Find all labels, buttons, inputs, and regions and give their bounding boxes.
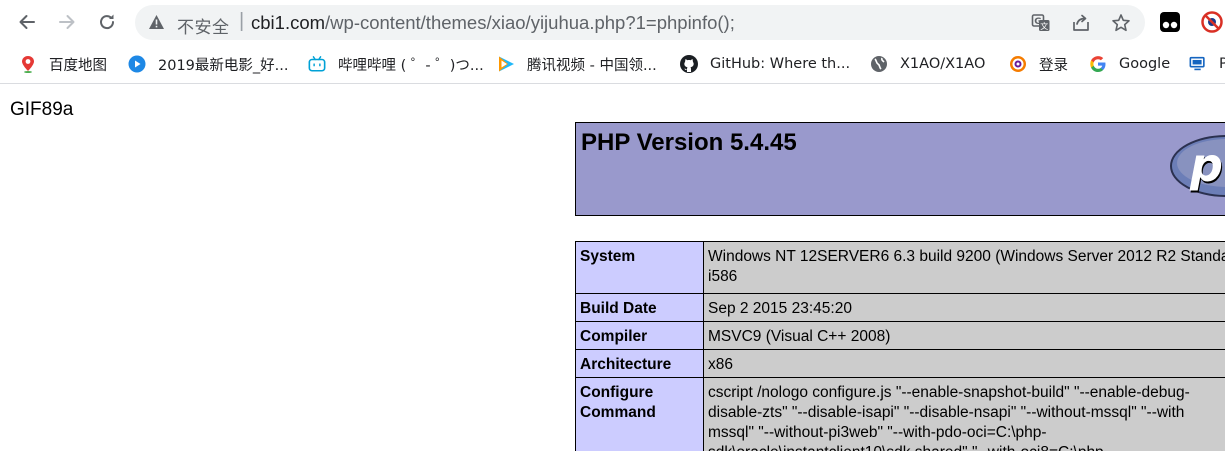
url-text[interactable]: cbi1.com/wp-content/themes/xiao/yijuhua.… [251, 12, 735, 34]
globe-icon [870, 55, 888, 73]
page-content: GIF89a PHP Version 5.4.45 p p System Win… [0, 85, 1225, 451]
bookmark-label: 百度地图 [49, 57, 107, 74]
row-value: Windows NT 12SERVER6 6.3 build 9200 (Win… [703, 241, 1225, 294]
table-row: Architecture x86 [575, 349, 1225, 378]
value-line: i586 [708, 268, 738, 285]
bookmark-movies[interactable]: 2019最新电影_好... [128, 53, 288, 75]
bookmark-login[interactable]: 登录 [1009, 53, 1068, 75]
gif-header-text: GIF89a [10, 99, 74, 120]
url-host: cbi1.com [251, 12, 326, 33]
bookmark-label: 腾讯视频 - 中国领... [527, 57, 657, 74]
insecure-label[interactable]: 不安全 [177, 13, 230, 38]
forward-button[interactable] [51, 6, 83, 38]
bookmark-partial[interactable]: P [1189, 53, 1225, 75]
bookmark-label: X1AO/X1AO [900, 56, 986, 72]
translate-icon: G 文 [1031, 14, 1050, 31]
address-separator: | [239, 10, 245, 32]
github-icon [680, 55, 698, 73]
value-line: disable-zts" "--disable-isapi" "--disabl… [708, 404, 1185, 421]
value-line: mssql" "--without-pi3web" "--with-pdo-oc… [708, 424, 1047, 441]
row-key: Architecture [575, 349, 704, 378]
table-row: Build Date Sep 2 2015 23:45:20 [575, 293, 1225, 322]
adblock-extension-button[interactable] [1201, 11, 1223, 38]
translate-button[interactable]: G 文 [1030, 12, 1052, 34]
svg-text:文: 文 [1040, 21, 1048, 31]
google-icon [1089, 55, 1107, 73]
browser-toolbar: 不安全 | cbi1.com/wp-content/themes/xiao/yi… [0, 0, 1225, 45]
bookmark-bilibili[interactable]: 哔哩哔哩 ( ゜- ゜)つ... [308, 53, 484, 75]
bookmark-label: Google [1119, 56, 1171, 72]
address-bar[interactable]: 不安全 | cbi1.com/wp-content/themes/xiao/yi… [135, 5, 1145, 40]
php-logo-icon[interactable]: p p [1169, 133, 1225, 199]
bookmark-label: 2019最新电影_好... [158, 57, 289, 74]
video-play-icon [128, 55, 146, 73]
share-button[interactable] [1070, 12, 1092, 34]
bookmark-google[interactable]: Google [1089, 53, 1170, 75]
share-icon [1073, 14, 1089, 31]
adblock-icon [1201, 11, 1223, 33]
value-line: sdk\oracle\instantclient10\sdk,shared" "… [708, 443, 1225, 451]
bookmark-label: 哔哩哔哩 ( ゜- ゜)つ... [338, 57, 484, 74]
row-value: x86 [703, 349, 1225, 378]
php-info-table: System Windows NT 12SERVER6 6.3 build 92… [575, 241, 1225, 451]
table-row: System Windows NT 12SERVER6 6.3 build 92… [575, 241, 1225, 294]
value-line: cscript /nologo configure.js "--enable-s… [708, 384, 1190, 401]
url-path: /wp-content/themes/xiao/yijuhua.php?1=ph… [325, 12, 735, 33]
svg-text:p: p [1189, 138, 1223, 192]
bookmark-label: 登录 [1039, 57, 1068, 74]
value-line: Sep 2 2015 23:45:20 [708, 300, 852, 317]
extension-button[interactable] [1160, 12, 1180, 37]
reload-icon [100, 14, 115, 30]
value-line: x86 [708, 356, 733, 373]
bilibili-icon [308, 55, 326, 73]
row-key: System [575, 241, 704, 294]
tampermonkey-icon [1160, 12, 1180, 32]
warning-icon[interactable] [148, 14, 165, 30]
bookmark-x1ao[interactable]: X1AO/X1AO [870, 53, 985, 75]
value-line: MSVC9 (Visual C++ 2008) [708, 328, 891, 345]
bookmark-tencent-video[interactable]: 腾讯视频 - 中国领... [497, 53, 657, 75]
php-version-header: PHP Version 5.4.45 p p [575, 122, 1225, 216]
row-value: Sep 2 2015 23:45:20 [703, 293, 1225, 322]
bookmark-label: P [1219, 56, 1225, 72]
reload-button[interactable] [91, 6, 123, 38]
star-icon [1112, 14, 1130, 32]
page-title: PHP Version 5.4.45 [581, 129, 797, 156]
row-value: MSVC9 (Visual C++ 2008) [703, 321, 1225, 350]
row-key: Configure Command [575, 377, 704, 451]
bookmark-baidu-map[interactable]: 百度地图 [19, 53, 107, 75]
bookmarks-bar: 百度地图 2019最新电影_好... 哔哩哔哩 ( ゜- ゜)つ... 腾讯视频… [0, 45, 1225, 84]
back-button[interactable] [11, 6, 43, 38]
map-pin-icon [19, 55, 37, 73]
row-key: Build Date [575, 293, 704, 322]
table-row: Compiler MSVC9 (Visual C++ 2008) [575, 321, 1225, 350]
arrow-right-icon [59, 15, 75, 29]
tencent-video-icon [497, 55, 515, 73]
bookmark-label: GitHub: Where th... [710, 56, 851, 72]
row-key: Compiler [575, 321, 704, 350]
arrow-left-icon [19, 15, 35, 29]
monitor-icon [1189, 55, 1207, 73]
row-value: cscript /nologo configure.js "--enable-s… [703, 377, 1225, 451]
target-icon [1009, 55, 1027, 73]
bookmark-github[interactable]: GitHub: Where th... [680, 53, 850, 75]
bookmark-star-button[interactable] [1110, 12, 1132, 34]
value-line: Windows NT 12SERVER6 6.3 build 9200 (Win… [708, 248, 1225, 265]
table-row: Configure Command cscript /nologo config… [575, 377, 1225, 451]
